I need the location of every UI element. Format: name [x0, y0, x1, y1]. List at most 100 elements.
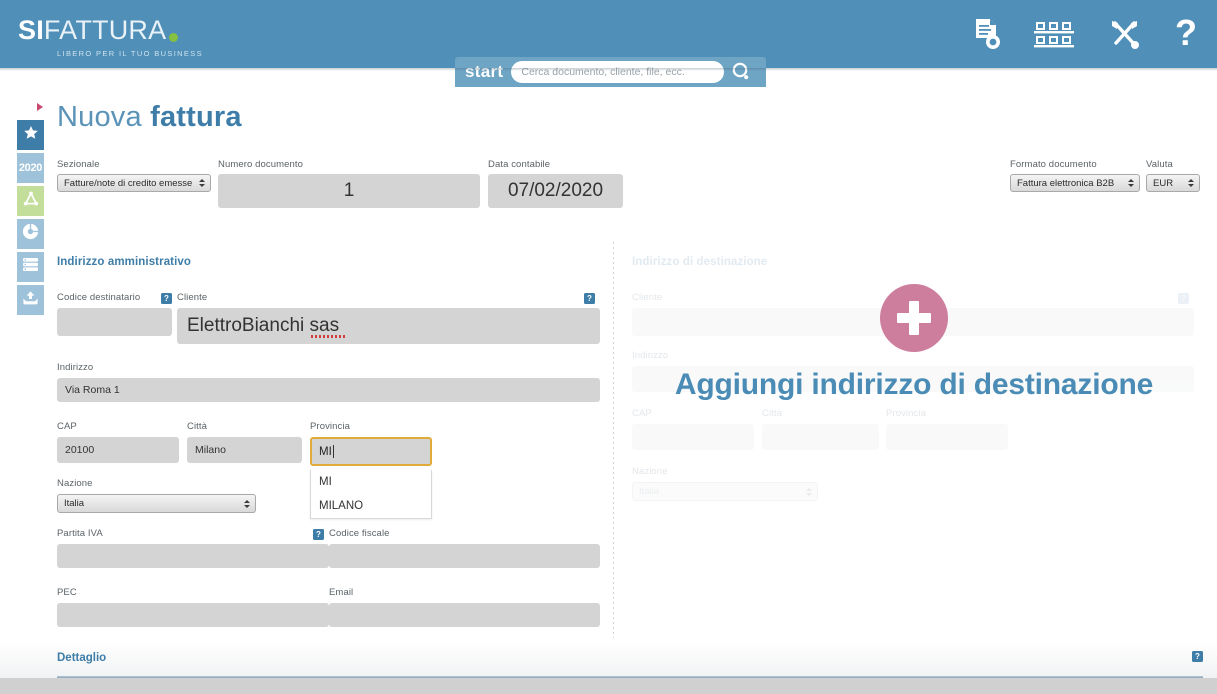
cap-input[interactable]: 20100 [57, 437, 179, 463]
provincia-input[interactable]: MI [310, 437, 432, 466]
text-caret [332, 445, 334, 458]
codice-destinatario-input[interactable] [57, 308, 172, 336]
sidebar-item-favorites[interactable] [17, 120, 44, 150]
dest-citta-input[interactable] [762, 424, 879, 450]
indirizzo-label: Indirizzo [57, 362, 94, 373]
sidebar-item-year[interactable]: 2020 [17, 153, 44, 183]
field-citta: Città Milano [187, 421, 302, 463]
numero-documento-input[interactable]: 1 [218, 174, 480, 208]
search-start-label: start [465, 62, 504, 81]
page-title-bold: fattura [150, 101, 242, 133]
bottom-fade [0, 640, 1217, 678]
sidebar-item-share[interactable] [17, 186, 44, 216]
dest-field-provincia: Provincia [886, 408, 1008, 450]
logo-secondary-text: FATTURA [43, 15, 167, 45]
field-pec: PEC [57, 587, 329, 627]
add-destination-label[interactable]: Aggiungi indirizzo di destinazione [624, 368, 1204, 402]
numero-documento-label: Numero documento [218, 159, 304, 170]
field-valuta: Valuta EUR [1146, 159, 1200, 192]
sidebar-item-upload[interactable] [17, 285, 44, 315]
add-destination-button[interactable] [880, 284, 948, 352]
dettaglio-section-title: Dettaglio [57, 652, 107, 664]
sidebar-item-reports[interactable] [17, 219, 44, 249]
field-codice-fiscale: Codice fiscale [329, 528, 600, 568]
sidebar-item-archive[interactable] [17, 252, 44, 282]
sidebar-year-label: 2020 [18, 162, 43, 174]
nazione-value: Italia [64, 498, 85, 509]
admin-address-section-title: Indirizzo amministrativo [57, 256, 192, 268]
valuta-select[interactable]: EUR [1146, 174, 1200, 192]
dettaglio-help-icon[interactable]: ? [1192, 651, 1203, 662]
field-indirizzo: Indirizzo Via Roma 1 [57, 362, 600, 402]
bottom-panel [0, 678, 1217, 694]
search-input[interactable] [511, 61, 725, 83]
field-partita-iva: Partita IVA [57, 528, 329, 568]
chevron-updown-icon [199, 179, 205, 187]
codice-fiscale-help-icon[interactable]: ? [313, 529, 324, 540]
app-logo[interactable]: SI FATTURA LIBERO PER IL TUO BUSINESS [18, 15, 203, 59]
provincia-label: Provincia [310, 421, 350, 432]
dest-cap-input[interactable] [632, 424, 754, 450]
field-data-contabile: Data contabile 07/02/2020 [488, 159, 623, 208]
svg-text:?: ? [1175, 15, 1197, 53]
logo-primary-text: SI [18, 15, 44, 45]
sidebar-collapse-arrow-icon[interactable] [37, 103, 43, 111]
dest-address-section-title: Indirizzo di destinazione [632, 256, 768, 268]
data-contabile-label: Data contabile [488, 159, 551, 170]
cliente-help-icon[interactable]: ? [584, 293, 595, 304]
chevron-updown-icon [244, 499, 250, 508]
dest-cap-label: CAP [632, 408, 652, 419]
nazione-select[interactable]: Italia [57, 494, 256, 513]
valuta-label: Valuta [1146, 159, 1173, 170]
field-cap: CAP 20100 [57, 421, 179, 463]
left-sidebar: 2020 [17, 103, 44, 318]
chevron-updown-icon [1128, 179, 1134, 187]
document-search-icon[interactable] [973, 11, 1003, 57]
dest-nazione-value: Italia [639, 486, 660, 497]
formato-documento-select[interactable]: Fattura elettronica B2B [1010, 174, 1140, 192]
email-input[interactable] [329, 603, 600, 627]
sezionale-value: Fatture/note di credito emesse [64, 177, 193, 189]
global-search: start [455, 57, 767, 87]
field-codice-destinatario: Codice destinatario [57, 292, 172, 336]
dest-nazione-label: Nazione [632, 466, 668, 477]
chevron-updown-icon [806, 487, 812, 496]
help-icon[interactable]: ? [1173, 11, 1199, 57]
provincia-value: MI [319, 445, 332, 458]
valuta-value: EUR [1153, 177, 1174, 189]
logo-tagline: LIBERO PER IL TUO BUSINESS [57, 49, 203, 58]
top-header-bar: SI FATTURA LIBERO PER IL TUO BUSINESS st… [0, 0, 1217, 87]
tools-icon[interactable] [1107, 11, 1143, 57]
data-contabile-input[interactable]: 07/02/2020 [488, 174, 623, 208]
cliente-input[interactable]: ElettroBianchi sas [177, 308, 600, 344]
autocomplete-option[interactable]: MI [311, 470, 431, 494]
dest-citta-label: Città [762, 408, 783, 419]
autocomplete-option[interactable]: MILANO [311, 494, 431, 518]
cap-label: CAP [57, 421, 77, 432]
upload-icon [22, 290, 39, 311]
codice-destinatario-label: Codice destinatario [57, 292, 141, 303]
codice-destinatario-help-icon[interactable]: ? [161, 293, 172, 304]
panel-divider [613, 242, 614, 638]
citta-input[interactable]: Milano [187, 437, 302, 463]
dest-field-citta: Città [762, 408, 879, 450]
pec-input[interactable] [57, 603, 329, 627]
partita-iva-input[interactable] [57, 544, 329, 568]
formato-documento-value: Fattura elettronica B2B [1017, 177, 1115, 189]
dest-provincia-input[interactable] [886, 424, 1008, 450]
network-triangle-icon [23, 191, 39, 212]
pec-label: PEC [57, 587, 77, 598]
sezionale-select[interactable]: Fatture/note di credito emesse [57, 174, 211, 192]
search-icon[interactable] [724, 58, 758, 86]
cliente-label: Cliente [177, 292, 208, 303]
codice-fiscale-input[interactable] [329, 544, 600, 568]
field-sezionale: Sezionale Fatture/note di credito emesse [57, 159, 211, 192]
indirizzo-input[interactable]: Via Roma 1 [57, 378, 600, 402]
page-title-light: Nuova [57, 101, 142, 133]
header-shadow [0, 68, 1217, 71]
dest-field-cap: CAP [632, 408, 754, 450]
nazione-label: Nazione [57, 478, 93, 489]
dest-nazione-select[interactable]: Italia [632, 482, 818, 501]
chevron-updown-icon [1188, 179, 1194, 187]
warehouse-icon[interactable] [1033, 11, 1077, 57]
